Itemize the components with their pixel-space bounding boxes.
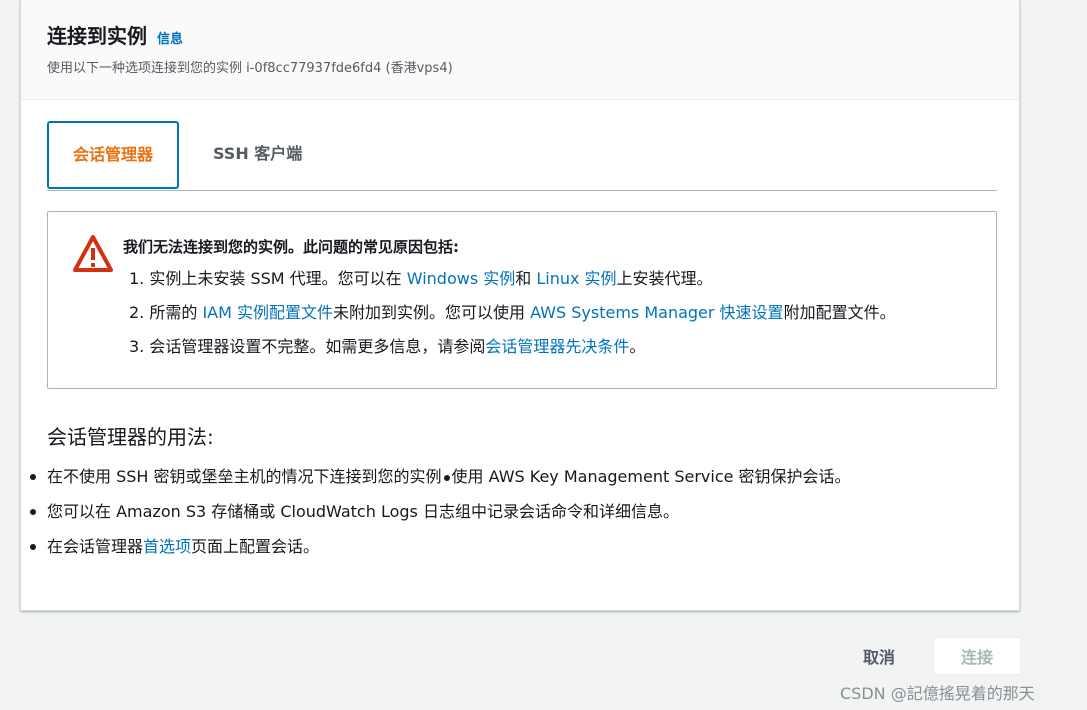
warning-alert: 我们无法连接到您的实例。此问题的常见原因包括: 1. 实例上未安装 SSM 代理… [47, 211, 997, 389]
alert-reason-2: 2. 所需的 IAM 实例配置文件未附加到实例。您可以使用 AWS System… [129, 303, 896, 322]
alert-title: 我们无法连接到您的实例。此问题的常见原因包括: [123, 238, 460, 256]
bullet-dot [443, 474, 450, 481]
info-link[interactable]: 信息 [157, 28, 183, 47]
watermark: CSDN @記億搖晃着的那天 [840, 684, 1035, 703]
usage-item-3: 在会话管理器首选项页面上配置会话。 [30, 534, 851, 569]
linux-instance-link[interactable]: Linux 实例 [536, 269, 616, 288]
page-title: 连接到实例 [47, 24, 147, 48]
quick-setup-link[interactable]: AWS Systems Manager 快速设置 [530, 303, 783, 322]
windows-instance-link[interactable]: Windows 实例 [407, 269, 516, 288]
tab-ssh-client[interactable]: SSH 客户端 [189, 121, 326, 189]
title-row: 连接到实例 信息 [47, 20, 993, 49]
connection-tabs: 会话管理器 SSH 客户端 [47, 121, 997, 191]
iam-profile-link[interactable]: IAM 实例配置文件 [202, 303, 333, 322]
usage-title: 会话管理器的用法: [47, 425, 214, 449]
connect-instance-panel: 连接到实例 信息 使用以下一种选项连接到您的实例 i-0f8cc77937fde… [20, 0, 1020, 611]
bullet-dot [30, 544, 36, 550]
connect-button[interactable]: 连接 [933, 637, 1021, 675]
panel-header: 连接到实例 信息 使用以下一种选项连接到您的实例 i-0f8cc77937fde… [21, 0, 1019, 100]
usage-item-1: 在不使用 SSH 密钥或堡垒主机的情况下连接到您的实例 使用 AWS Key Ma… [30, 464, 851, 499]
usage-item-2: 您可以在 Amazon S3 存储桶或 CloudWatch Logs 日志组中… [30, 499, 851, 534]
alert-reasons-list: 1. 实例上未安装 SSM 代理。您可以在 Windows 实例和 Linux … [129, 268, 896, 370]
tab-session-manager[interactable]: 会话管理器 [47, 121, 180, 189]
bullet-dot [30, 509, 36, 515]
alert-reason-3: 3. 会话管理器设置不完整。如需更多信息，请参阅会话管理器先决条件。 [129, 337, 646, 356]
prerequisites-link[interactable]: 会话管理器先决条件 [485, 337, 629, 356]
cancel-button[interactable]: 取消 [846, 637, 912, 675]
preferences-link[interactable]: 首选项 [143, 537, 191, 556]
warning-triangle-icon [73, 235, 113, 272]
usage-list: 在不使用 SSH 密钥或堡垒主机的情况下连接到您的实例 使用 AWS Key Ma… [30, 464, 851, 569]
page-subtitle: 使用以下一种选项连接到您的实例 i-0f8cc77937fde6fd4 (香港v… [47, 61, 453, 76]
alert-reason-1: 1. 实例上未安装 SSM 代理。您可以在 Windows 实例和 Linux … [129, 269, 713, 288]
bullet-dot [30, 474, 36, 480]
